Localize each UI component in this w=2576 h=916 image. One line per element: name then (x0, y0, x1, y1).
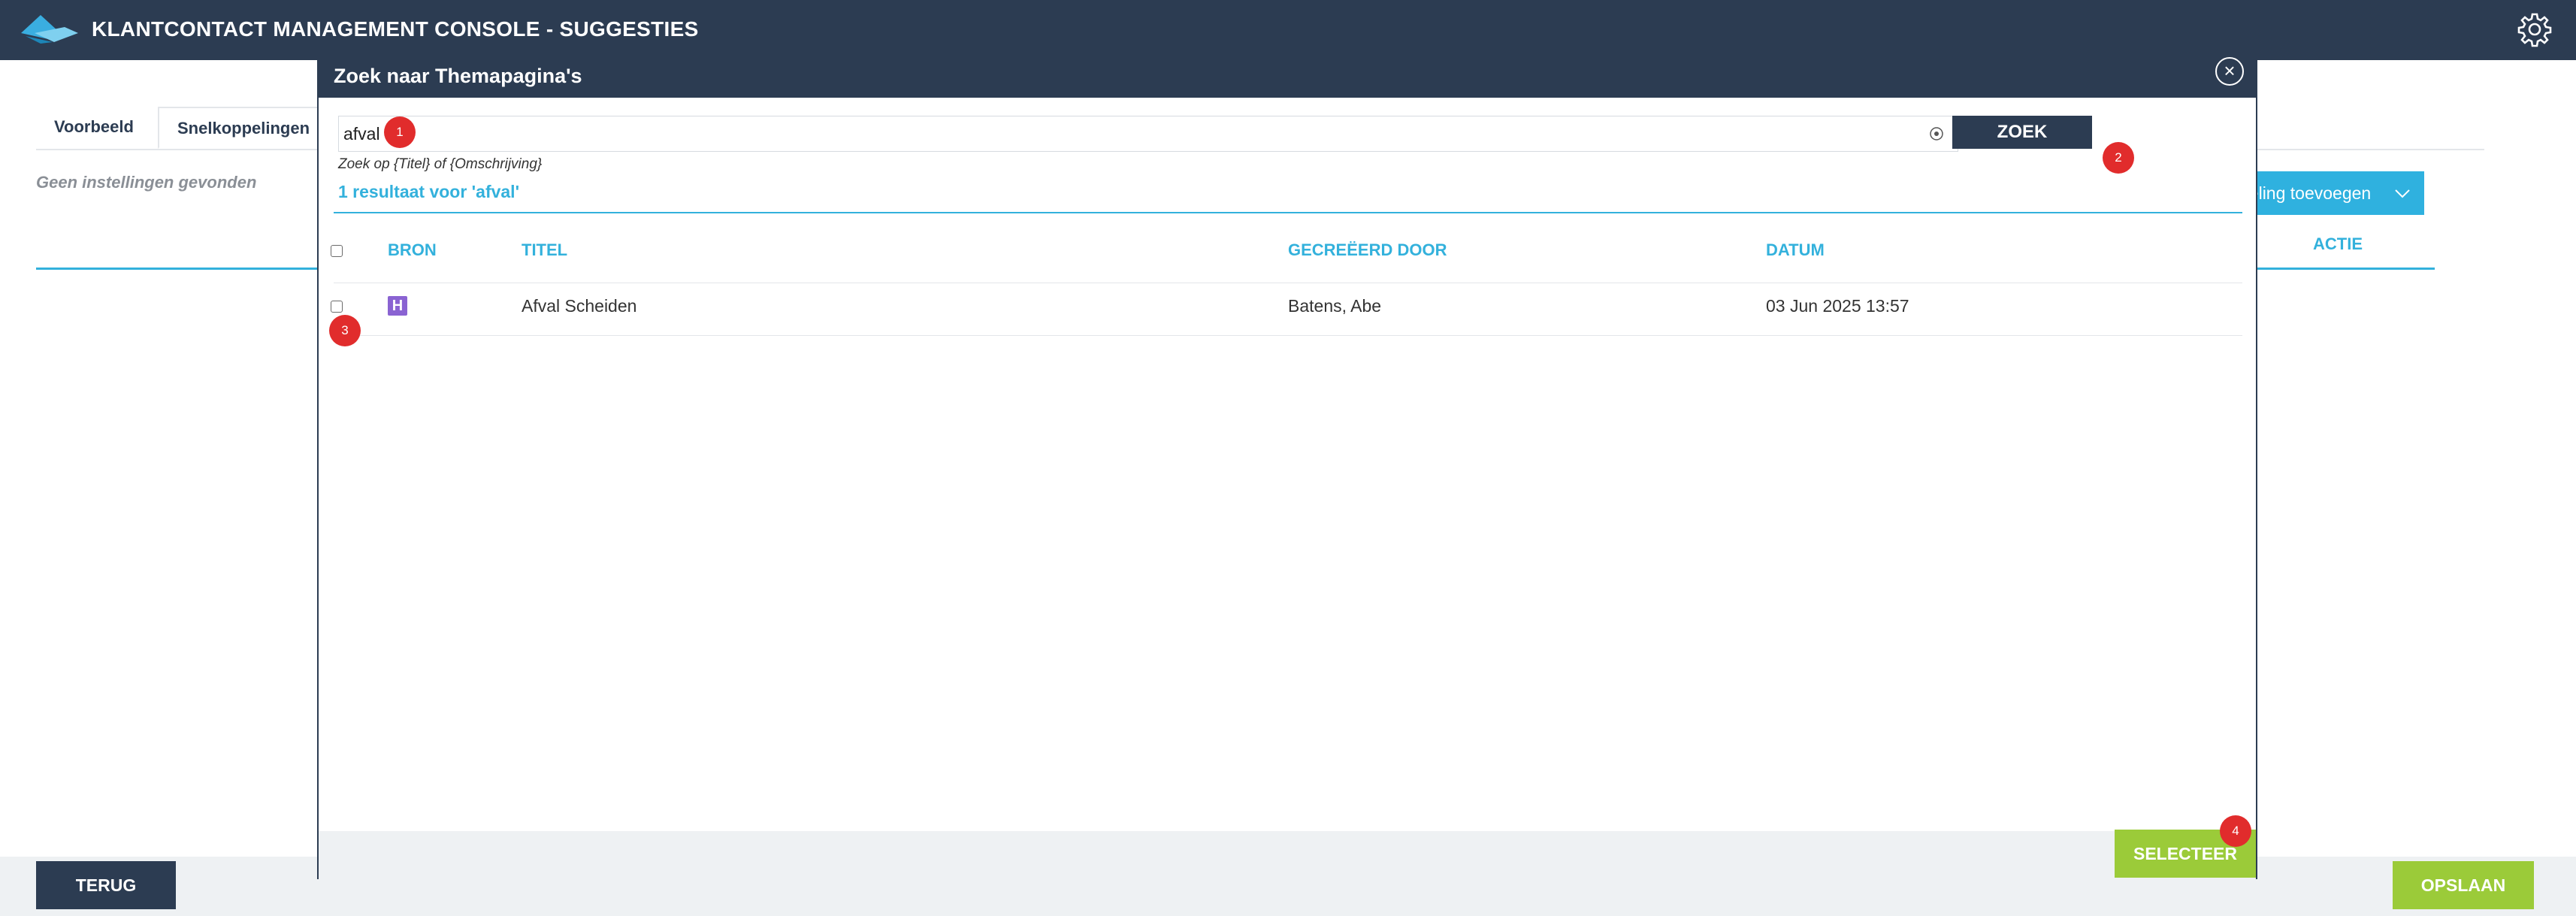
search-button[interactable]: ZOEK (1952, 116, 2092, 149)
marker-2: 2 (2103, 142, 2134, 174)
tab-snelkoppelingen[interactable]: Snelkoppelingen (158, 107, 331, 149)
app-title: KLANTCONTACT MANAGEMENT CONSOLE - SUGGES… (92, 17, 699, 41)
search-hint: Zoek op {Titel} of {Omschrijving} (338, 156, 543, 172)
column-header-datum: DATUM (1766, 240, 1825, 259)
brand-logo-icon (21, 15, 78, 44)
row-checkbox[interactable] (331, 301, 343, 313)
result-divider (334, 212, 2242, 213)
dialog-header: Zoek naar Themapagina's × (319, 56, 2256, 98)
search-input-value: afval (343, 124, 380, 144)
table-row-divider (334, 335, 2242, 336)
source-badge-h: H (388, 296, 407, 316)
add-shortcut-label: peling toevoegen (2239, 183, 2372, 203)
back-button[interactable]: TERUG (36, 861, 176, 909)
gear-icon[interactable] (2517, 11, 2553, 47)
clear-search-icon[interactable] (1929, 126, 1944, 141)
column-header-gecreeerd-door: GECREËERD DOOR (1288, 240, 1447, 259)
tab-voorbeeld[interactable]: Voorbeeld (36, 107, 156, 149)
column-header-bron: BRON (388, 240, 437, 259)
row-gecreeerd-door: Batens, Abe (1288, 296, 1382, 316)
column-header-actie: ACTIE (2313, 234, 2363, 253)
chevron-down-icon (2395, 189, 2410, 198)
marker-1: 1 (384, 116, 416, 148)
dialog-title: Zoek naar Themapagina's (334, 65, 582, 87)
top-header: KLANTCONTACT MANAGEMENT CONSOLE - SUGGES… (0, 0, 2576, 60)
dialog-footer (319, 831, 2256, 879)
search-input[interactable]: afval (338, 116, 1958, 152)
row-datum: 03 Jun 2025 13:57 (1766, 296, 1909, 316)
row-titel: Afval Scheiden (522, 296, 637, 316)
search-theme-pages-dialog: Zoek naar Themapagina's × afval ZOEK Zoe… (317, 54, 2257, 879)
select-all-checkbox[interactable] (331, 245, 343, 257)
marker-4: 4 (2220, 815, 2251, 847)
close-icon[interactable]: × (2215, 57, 2244, 86)
column-header-titel: TITEL (522, 240, 568, 259)
save-button[interactable]: OPSLAAN (2393, 861, 2534, 909)
empty-message: Geen instellingen gevonden (36, 173, 257, 192)
marker-3: 3 (329, 315, 361, 346)
result-summary: 1 resultaat voor 'afval' (338, 182, 520, 201)
